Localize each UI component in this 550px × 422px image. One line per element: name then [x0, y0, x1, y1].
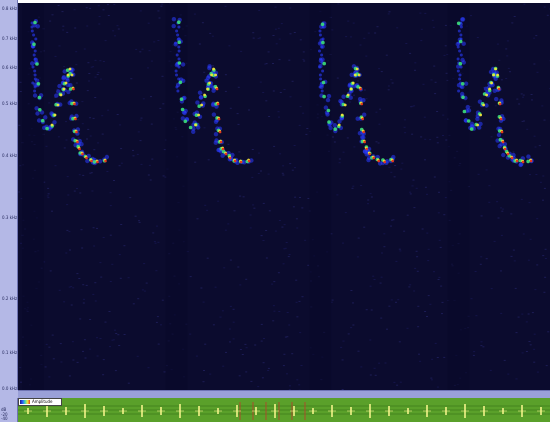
freq-tick: 0.4 kHz: [2, 153, 18, 158]
color-legend-label: Amplitude: [32, 399, 53, 404]
spectrogram-canvas: [18, 3, 550, 390]
freq-tick: 0.6 kHz: [2, 65, 18, 70]
freq-tick: 0.7 kHz: [2, 36, 18, 41]
amplitude-ruler: dB -20 -40: [0, 398, 18, 422]
freq-tick: 0.3 kHz: [2, 215, 18, 220]
freq-tick: 0.1 kHz: [2, 350, 18, 355]
waveform-view[interactable]: [18, 398, 550, 422]
spectrogram-view[interactable]: [18, 3, 550, 390]
time-ruler[interactable]: [18, 390, 550, 398]
freq-tick: 0.8 kHz: [2, 6, 18, 11]
frequency-ruler: 0.8 kHz 0.7 kHz 0.6 kHz 0.5 kHz 0.4 kHz …: [0, 0, 18, 392]
spectrogram-app: 0.8 kHz 0.7 kHz 0.6 kHz 0.5 kHz 0.4 kHz …: [0, 0, 550, 422]
waveform-canvas: [18, 402, 550, 420]
amp-label: -40: [1, 416, 8, 421]
freq-tick: 0.2 kHz: [2, 296, 18, 301]
color-scale-bar: [20, 400, 30, 404]
color-legend: Amplitude: [18, 398, 62, 406]
freq-tick: 0.5 kHz: [2, 101, 18, 106]
time-ruler-corner: [0, 390, 18, 398]
